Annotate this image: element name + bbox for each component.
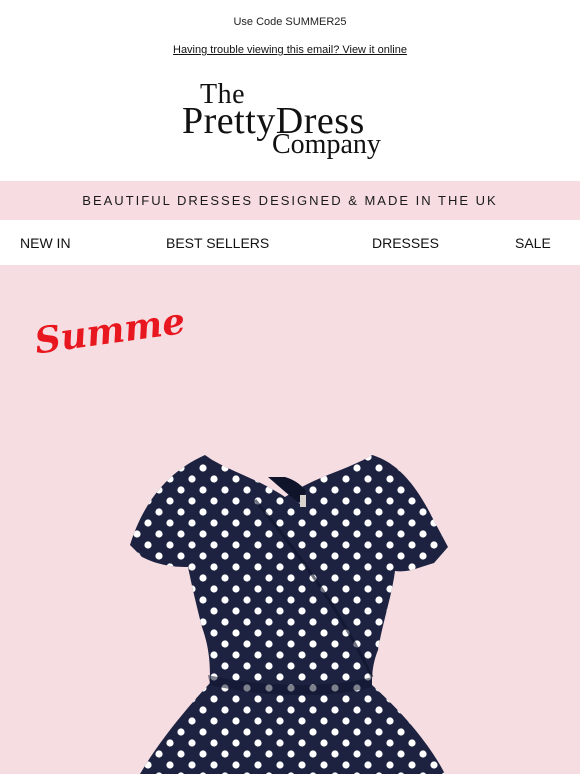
nav-best-sellers[interactable]: BEST SELLERS — [166, 235, 269, 251]
hero-banner[interactable]: Summe — [0, 265, 580, 774]
nav-dresses[interactable]: DRESSES — [372, 235, 439, 251]
nav-new-in[interactable]: NEW IN — [20, 235, 71, 251]
view-online-bar: Having trouble viewing this email? View … — [0, 44, 580, 56]
main-nav: NEW IN BEST SELLERS DRESSES SALE — [0, 220, 580, 265]
tagline-banner: BEAUTIFUL DRESSES DESIGNED & MADE IN THE… — [0, 181, 580, 220]
view-online-link[interactable]: Having trouble viewing this email? View … — [173, 44, 407, 56]
logo-line-3: Company — [272, 129, 381, 160]
dress-image — [130, 455, 448, 774]
nav-sale[interactable]: SALE — [515, 235, 551, 251]
brand-logo[interactable]: The PrettyDress Company — [0, 80, 580, 162]
promo-code-text: Use Code SUMMER25 — [233, 16, 347, 28]
tagline-text: BEAUTIFUL DRESSES DESIGNED & MADE IN THE… — [82, 193, 498, 208]
